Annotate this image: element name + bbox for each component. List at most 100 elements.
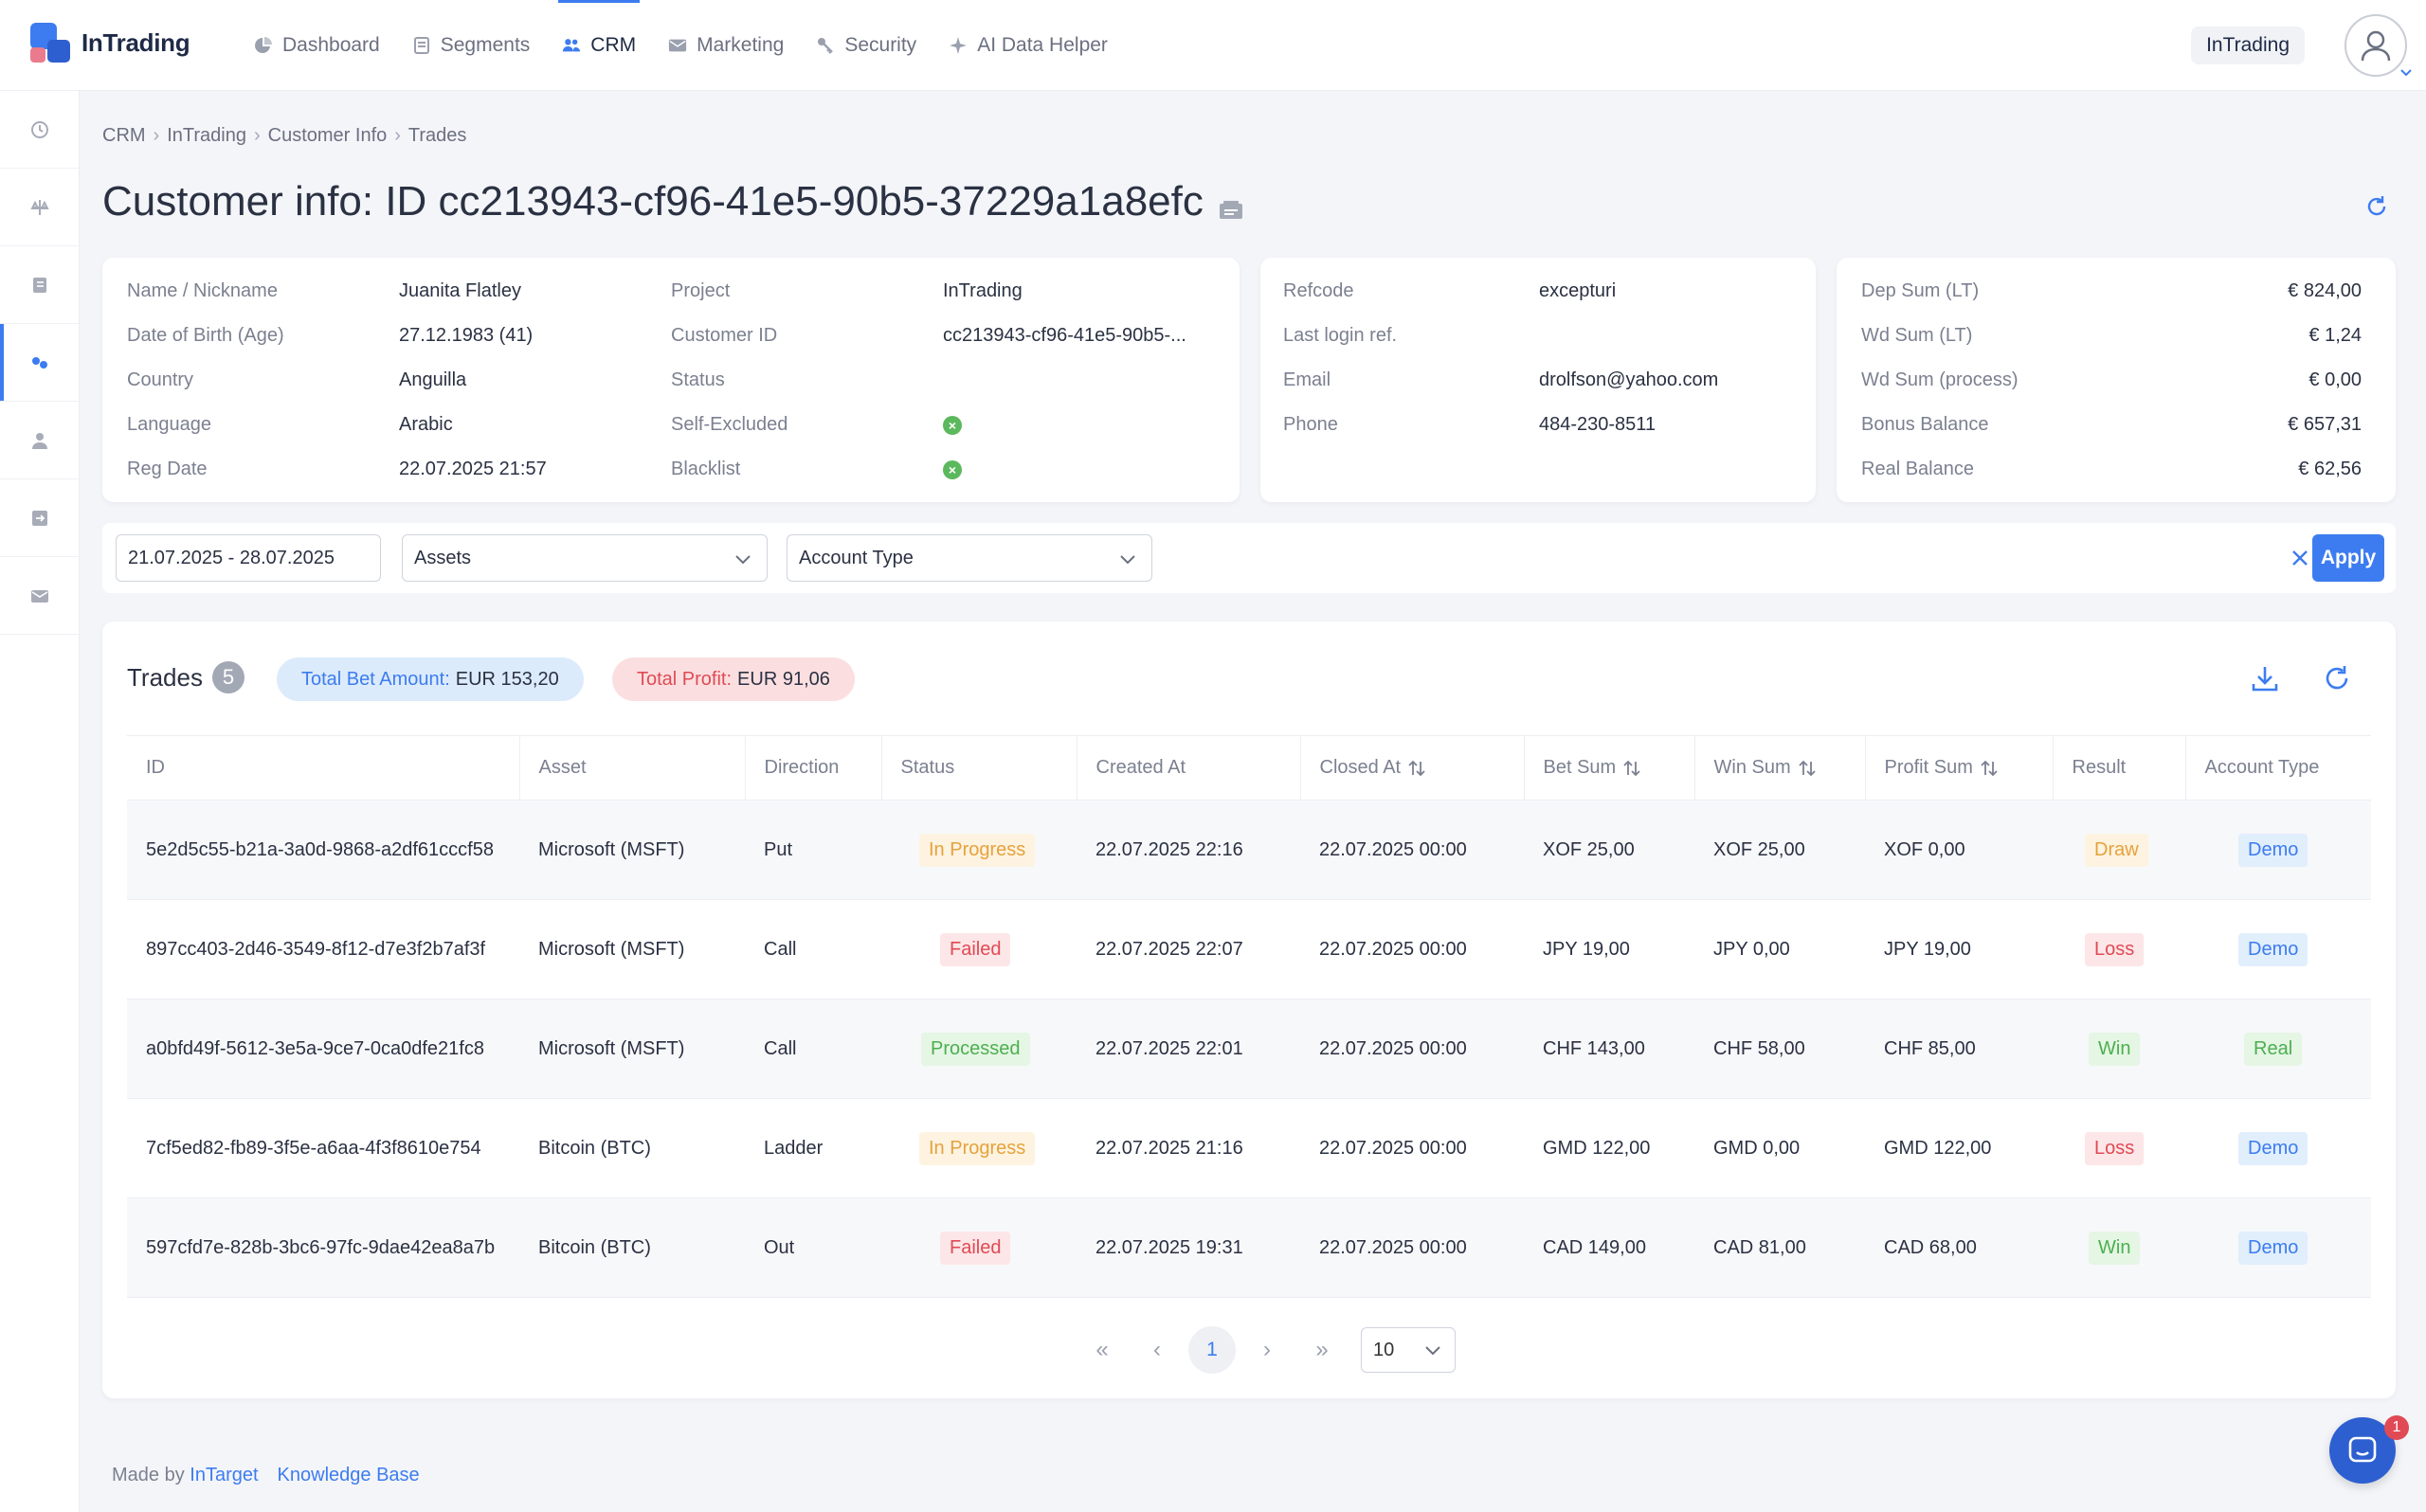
sidebar-item-balance[interactable] [0,169,79,246]
cell-closed-at: 22.07.2025 00:00 [1300,1197,1524,1298]
total-profit-label: Total Profit: [637,668,733,690]
refresh-icon[interactable] [2320,661,2354,695]
trades-card: Trades 5 Total Bet Amount: EUR 153,20 To… [102,621,2396,1398]
nav-dashboard[interactable]: Dashboard [254,0,380,91]
cell-status: In Progress [881,800,1077,900]
status-badge: In Progress [919,833,1036,867]
cell-status: Failed [881,1197,1077,1298]
column-label: Direction [764,757,840,778]
column-label: Asset [538,757,587,778]
breadcrumb-separator: › [253,125,261,146]
info-label: Customer ID [671,325,778,346]
cell-asset: Microsoft (MSFT) [519,999,745,1099]
column-header-id[interactable]: ID [127,735,520,801]
nav-marketing[interactable]: Marketing [668,0,784,91]
info-label: Status [671,369,725,390]
pie-chart-icon [254,36,273,55]
table-row[interactable]: 7cf5ed82-fb89-3f5e-a6aa-4f3f8610e754 Bit… [127,1098,2371,1198]
tenant-switcher[interactable]: InTrading [2191,27,2305,64]
id-card-icon[interactable] [1217,188,1245,219]
clear-filters-icon[interactable] [2288,546,2312,570]
info-value-phone[interactable]: 484-230-8511 [1539,414,1656,435]
cell-closed-at: 22.07.2025 00:00 [1300,899,1524,999]
total-bet-value: EUR 153,20 [455,668,559,690]
column-header-closed-at[interactable]: Closed At [1300,735,1525,801]
chat-unread-badge: 1 [2384,1415,2409,1440]
column-header-account-type[interactable]: Account Type [2185,735,2371,801]
assets-select[interactable]: Assets [402,534,768,582]
account-type-select[interactable]: Account Type [787,534,1152,582]
info-value-email[interactable]: drolfson@yahoo.com [1539,369,1718,390]
page-number-button[interactable]: 1 [1188,1326,1236,1374]
next-page-icon[interactable]: › [1243,1326,1291,1374]
cell-id: 597cfd7e-828b-3bc6-97fc-9dae42ea8a7b [127,1197,519,1298]
sort-icon[interactable] [1797,758,1818,779]
trades-title: Trades [127,662,203,692]
last-page-icon[interactable]: » [1298,1326,1346,1374]
column-header-profit-sum[interactable]: Profit Sum [1865,735,2054,801]
column-header-direction[interactable]: Direction [745,735,882,801]
download-icon[interactable] [2248,661,2282,695]
breadcrumb-project[interactable]: InTrading [167,125,246,147]
cell-account-type: Real [2185,999,2371,1099]
status-badge: Failed [940,932,1011,966]
cell-win-sum: CAD 81,00 [1694,1197,1865,1298]
info-value-project: InTrading [943,280,1023,301]
column-header-created-at[interactable]: Created At [1077,735,1301,801]
prev-page-icon[interactable]: ‹ [1133,1326,1181,1374]
cell-bet-sum: XOF 25,00 [1524,800,1694,900]
refresh-icon[interactable] [2363,193,2390,220]
sidebar-item-overview[interactable] [0,91,79,169]
account-type-badge: Demo [2238,932,2308,966]
table-row[interactable]: 597cfd7e-828b-3bc6-97fc-9dae42ea8a7b Bit… [127,1197,2371,1298]
sort-icon[interactable] [1621,758,1642,779]
cell-result: Draw [2053,800,2185,900]
trades-icon [31,356,47,369]
sort-icon[interactable] [1979,758,2000,779]
column-header-result[interactable]: Result [2053,735,2186,801]
app-logo[interactable]: InTrading [30,23,190,63]
breadcrumb-crm[interactable]: CRM [102,125,146,147]
balances-card: Dep Sum (LT) € 824,00 Wd Sum (LT) € 1,24… [1837,258,2396,502]
page-size-select[interactable]: 10 [1361,1327,1456,1373]
sidebar-item-documents[interactable] [0,246,79,324]
info-value-customer-id[interactable]: cc213943-cf96-41e5-90b5-... [943,325,1186,346]
chevron-down-icon[interactable] [2399,63,2413,77]
breadcrumb-customer-info[interactable]: Customer Info [268,125,388,147]
nav-ai-data-helper[interactable]: AI Data Helper [949,0,1108,91]
first-page-icon[interactable]: « [1078,1326,1126,1374]
sidebar-item-messages[interactable] [0,557,79,635]
avatar[interactable] [2345,14,2407,77]
column-header-asset[interactable]: Asset [519,735,746,801]
knowledge-base-link[interactable]: Knowledge Base [278,1465,420,1486]
cell-status: Processed [881,999,1077,1099]
cell-id: 897cc403-2d46-3549-8f12-d7e3f2b7af3f [127,899,519,999]
nav-segments[interactable]: Segments [412,0,530,91]
cell-status: Failed [881,899,1077,999]
account-type-badge: Demo [2238,1231,2308,1265]
table-row[interactable]: 5e2d5c55-b21a-3a0d-9868-a2df61cccf58 Mic… [127,800,2371,900]
table-row[interactable]: 897cc403-2d46-3549-8f12-d7e3f2b7af3f Mic… [127,899,2371,999]
info-label: Country [127,369,194,390]
account-type-badge: Real [2244,1032,2303,1066]
date-range-input[interactable]: 21.07.2025 - 28.07.2025 [116,534,381,582]
column-header-bet-sum[interactable]: Bet Sum [1524,735,1695,801]
sort-icon[interactable] [1406,758,1427,779]
column-header-win-sum[interactable]: Win Sum [1694,735,1866,801]
cell-direction: Put [745,800,881,900]
sidebar-item-trades[interactable] [0,324,79,402]
table-row[interactable]: a0bfd49f-5612-3e5a-9ce7-0ca0dfe21fc8 Mic… [127,999,2371,1099]
account-type-badge: Demo [2238,833,2308,867]
breadcrumb: CRM › InTrading › Customer Info › Trades [102,125,466,147]
cell-profit-sum: JPY 19,00 [1865,899,2053,999]
nav-label: AI Data Helper [977,34,1108,56]
sidebar-item-logins[interactable] [0,479,79,557]
nav-security[interactable]: Security [816,0,916,91]
company-link[interactable]: InTarget [190,1465,258,1485]
column-header-status[interactable]: Status [881,735,1077,801]
sidebar-item-profile[interactable] [0,402,79,479]
apply-button[interactable]: Apply [2312,534,2384,582]
nav-crm[interactable]: CRM [558,0,640,91]
result-badge: Draw [2085,833,2148,867]
app-name: InTrading [81,27,190,57]
